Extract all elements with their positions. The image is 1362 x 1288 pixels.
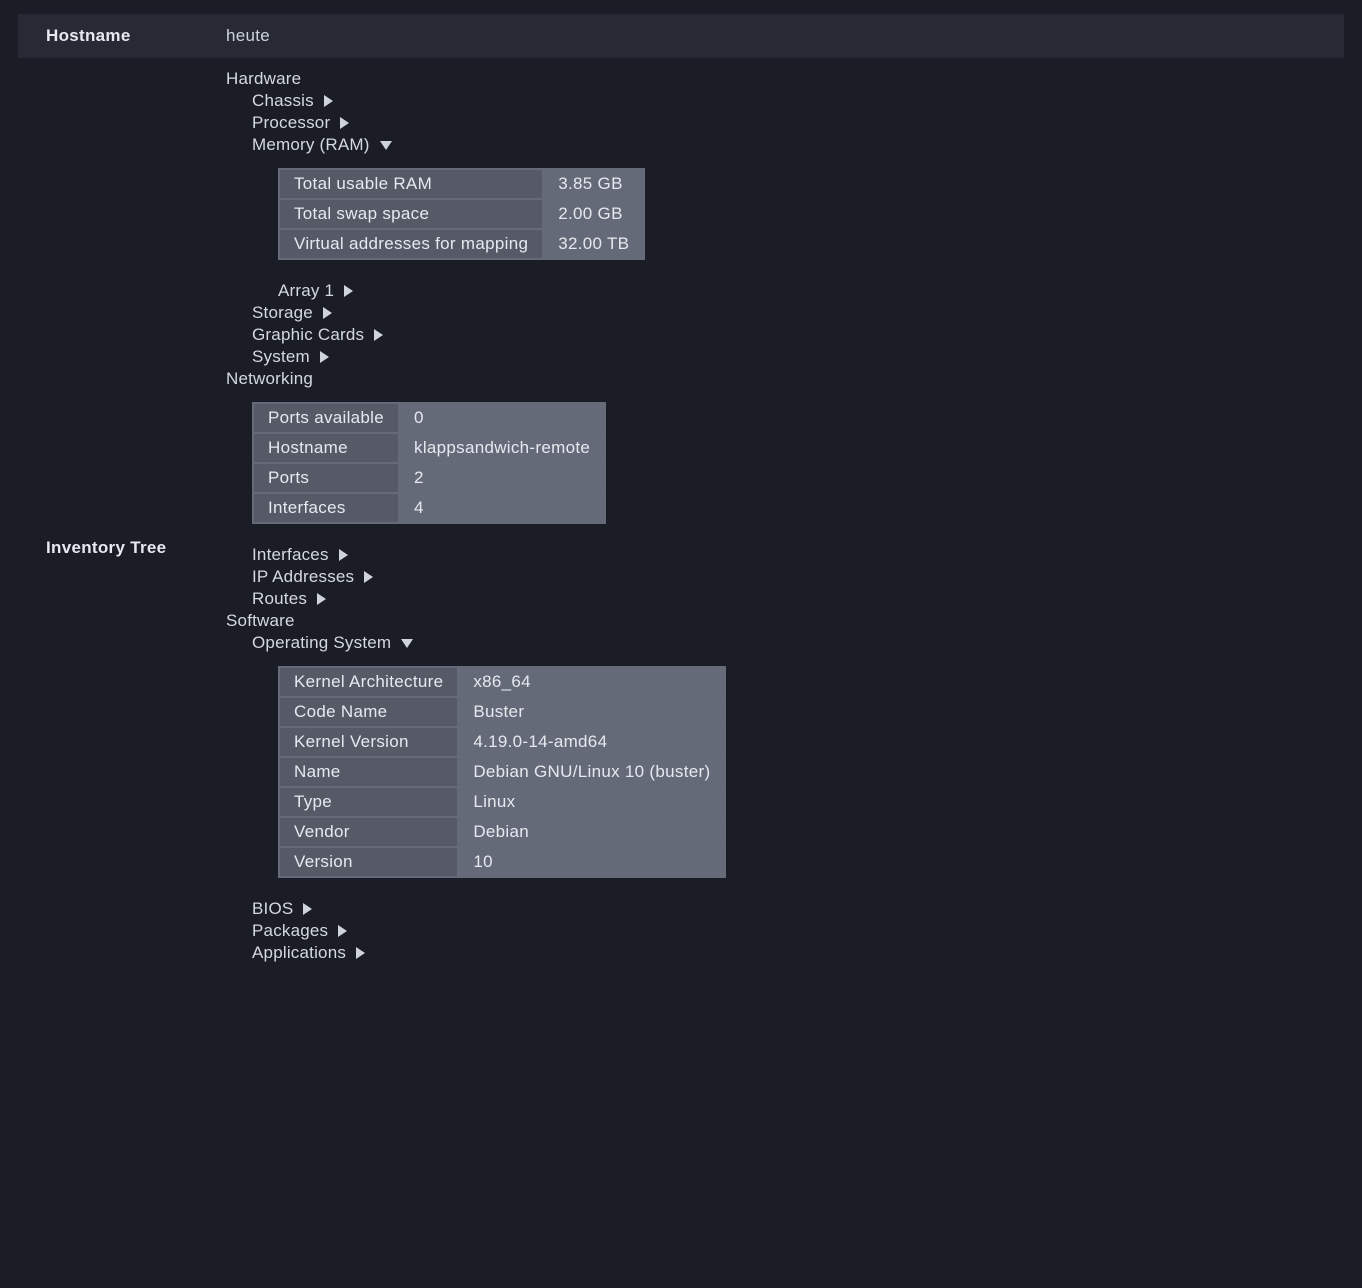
node-label: Networking [226, 369, 313, 389]
tree-node-graphic-cards[interactable]: Graphic Cards [252, 324, 1344, 346]
table-val: Debian [458, 817, 725, 847]
tree-node-storage[interactable]: Storage [252, 302, 1344, 324]
inventory-tree-label: Inventory Tree [46, 68, 226, 964]
tree-node-routes[interactable]: Routes [252, 588, 1344, 610]
node-label: Processor [252, 113, 330, 133]
chevron-right-icon [344, 285, 353, 297]
table-val: Buster [458, 697, 725, 727]
hostname-label: Hostname [46, 26, 226, 46]
table-key: Vendor [279, 817, 458, 847]
table-row: Kernel Architecturex86_64 [279, 667, 725, 697]
node-label: System [252, 347, 310, 367]
table-row: Total swap space2.00 GB [279, 199, 644, 229]
node-label: Operating System [252, 633, 391, 653]
table-val: 0 [399, 403, 605, 433]
node-label: Routes [252, 589, 307, 609]
table-key: Kernel Version [279, 727, 458, 757]
chevron-right-icon [356, 947, 365, 959]
table-val: Debian GNU/Linux 10 (buster) [458, 757, 725, 787]
table-val: 2.00 GB [543, 199, 644, 229]
node-label: Hardware [226, 69, 301, 89]
node-label: IP Addresses [252, 567, 354, 587]
chevron-right-icon [338, 925, 347, 937]
table-val: 3.85 GB [543, 169, 644, 199]
table-val: Linux [458, 787, 725, 817]
table-val: klappsandwich-remote [399, 433, 605, 463]
table-row: NameDebian GNU/Linux 10 (buster) [279, 757, 725, 787]
table-val: 2 [399, 463, 605, 493]
chevron-right-icon [323, 307, 332, 319]
tree-node-os[interactable]: Operating System [252, 632, 1344, 654]
table-row: Ports available0 [253, 403, 605, 433]
table-row: TypeLinux [279, 787, 725, 817]
tree-node-packages[interactable]: Packages [252, 920, 1344, 942]
tree-node-processor[interactable]: Processor [252, 112, 1344, 134]
table-key: Name [279, 757, 458, 787]
tree-node-hardware[interactable]: Hardware [226, 68, 1344, 90]
networking-table: Ports available0 Hostnameklappsandwich-r… [252, 402, 606, 524]
chevron-right-icon [317, 593, 326, 605]
os-table: Kernel Architecturex86_64 Code NameBuste… [278, 666, 726, 878]
chevron-right-icon [374, 329, 383, 341]
tree-node-interfaces[interactable]: Interfaces [252, 544, 1344, 566]
table-row: Version10 [279, 847, 725, 877]
table-key: Code Name [279, 697, 458, 727]
table-key: Total usable RAM [279, 169, 543, 199]
table-row: Kernel Version4.19.0-14-amd64 [279, 727, 725, 757]
tree-node-software[interactable]: Software [226, 610, 1344, 632]
table-key: Interfaces [253, 493, 399, 523]
table-key: Type [279, 787, 458, 817]
node-label: Chassis [252, 91, 314, 111]
chevron-down-icon [380, 141, 392, 150]
table-val: 10 [458, 847, 725, 877]
node-label: Storage [252, 303, 313, 323]
table-row: Virtual addresses for mapping32.00 TB [279, 229, 644, 259]
chevron-right-icon [364, 571, 373, 583]
chevron-right-icon [340, 117, 349, 129]
table-row: Code NameBuster [279, 697, 725, 727]
memory-table: Total usable RAM3.85 GB Total swap space… [278, 168, 645, 260]
table-val: 4.19.0-14-amd64 [458, 727, 725, 757]
table-row: Hostnameklappsandwich-remote [253, 433, 605, 463]
table-key: Hostname [253, 433, 399, 463]
tree-node-networking[interactable]: Networking [226, 368, 1344, 390]
hostname-value: heute [226, 26, 270, 46]
node-label: Array 1 [278, 281, 334, 301]
table-key: Ports available [253, 403, 399, 433]
table-key: Virtual addresses for mapping [279, 229, 543, 259]
node-label: Software [226, 611, 295, 631]
tree-node-bios[interactable]: BIOS [252, 898, 1344, 920]
table-row: VendorDebian [279, 817, 725, 847]
tree-node-ip-addresses[interactable]: IP Addresses [252, 566, 1344, 588]
node-label: Memory (RAM) [252, 135, 370, 155]
inventory-tree: Hardware Chassis Processor Memory (RAM) … [226, 68, 1344, 964]
chevron-right-icon [324, 95, 333, 107]
node-label: Packages [252, 921, 328, 941]
table-row: Interfaces4 [253, 493, 605, 523]
table-row: Ports2 [253, 463, 605, 493]
table-row: Total usable RAM3.85 GB [279, 169, 644, 199]
tree-node-system[interactable]: System [252, 346, 1344, 368]
table-key: Ports [253, 463, 399, 493]
tree-node-chassis[interactable]: Chassis [252, 90, 1344, 112]
node-label: Graphic Cards [252, 325, 364, 345]
table-key: Total swap space [279, 199, 543, 229]
chevron-right-icon [303, 903, 312, 915]
node-label: Interfaces [252, 545, 329, 565]
table-val: 32.00 TB [543, 229, 644, 259]
chevron-right-icon [320, 351, 329, 363]
table-key: Kernel Architecture [279, 667, 458, 697]
tree-node-applications[interactable]: Applications [252, 942, 1344, 964]
node-label: Applications [252, 943, 346, 963]
table-val: 4 [399, 493, 605, 523]
tree-node-memory[interactable]: Memory (RAM) [252, 134, 1344, 156]
tree-node-array1[interactable]: Array 1 [278, 280, 1344, 302]
node-label: BIOS [252, 899, 293, 919]
chevron-down-icon [401, 639, 413, 648]
chevron-right-icon [339, 549, 348, 561]
table-key: Version [279, 847, 458, 877]
table-val: x86_64 [458, 667, 725, 697]
hostname-row: Hostname heute [18, 14, 1344, 58]
